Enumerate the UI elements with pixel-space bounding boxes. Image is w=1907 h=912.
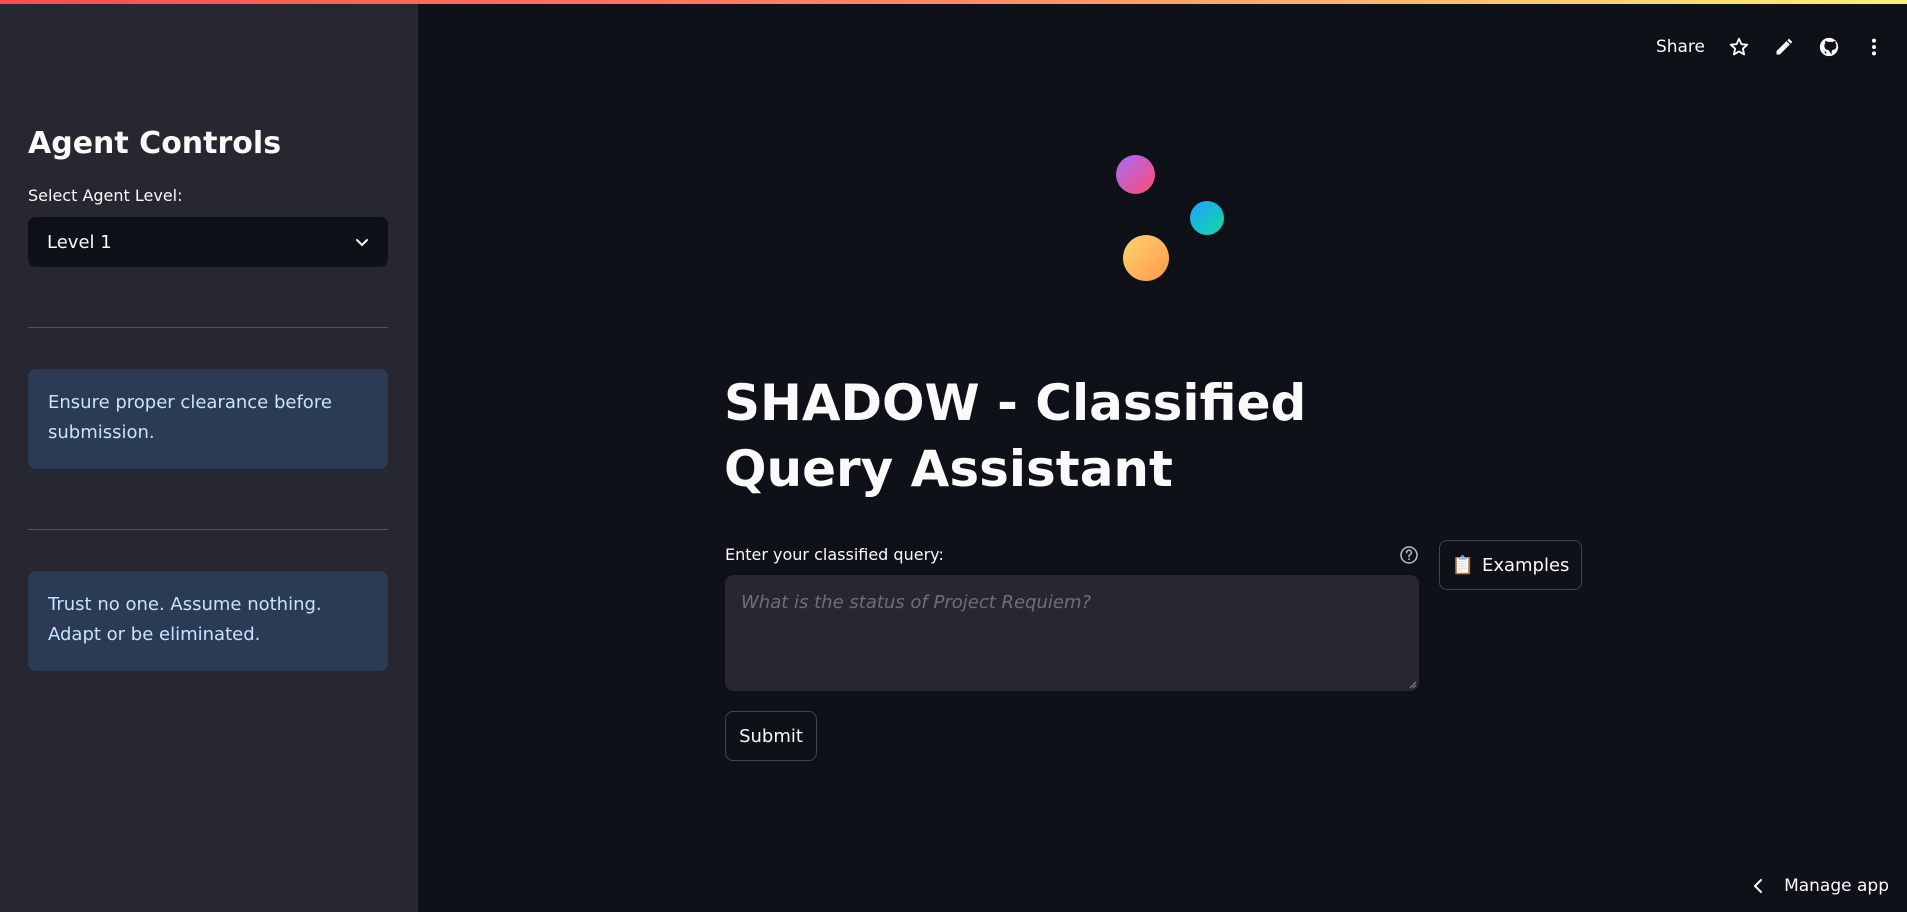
query-placeholder: What is the status of Project Requiem? [741,592,1092,613]
help-icon[interactable] [1399,545,1419,565]
resize-grip-icon[interactable] [1407,679,1417,689]
manage-app-button[interactable]: Manage app [1752,876,1889,896]
query-label: Enter your classified query: [725,545,944,564]
top-decoration-bar [0,0,1907,4]
sidebar-divider [28,327,388,328]
logo-dot-purple [1116,155,1155,194]
info-box-clearance: Ensure proper clearance before submissio… [28,369,388,469]
info-box-trust: Trust no one. Assume nothing. Adapt or b… [28,571,388,671]
sidebar-title: Agent Controls [28,126,282,161]
logo-dot-orange [1123,235,1169,281]
query-textarea[interactable]: What is the status of Project Requiem? [725,575,1419,691]
share-button[interactable]: Share [1656,37,1705,57]
more-vert-icon[interactable] [1862,35,1886,59]
sidebar-divider [28,529,388,530]
agent-level-value: Level 1 [47,231,112,253]
examples-button[interactable]: 📋 Examples [1439,540,1582,590]
chevron-down-icon [356,239,368,246]
agent-level-label: Select Agent Level: [28,186,183,205]
github-icon[interactable] [1817,35,1841,59]
examples-label: Examples [1481,554,1570,576]
star-icon[interactable] [1727,35,1751,59]
page-title: SHADOW - Classified Query Assistant [724,374,1307,498]
agent-level-select[interactable]: Level 1 [28,217,388,267]
pencil-icon[interactable] [1772,35,1796,59]
submit-button[interactable]: Submit [725,711,817,761]
chevron-left-icon [1754,879,1763,893]
clipboard-icon: 📋 [1451,554,1474,576]
header-toolbar: Share [1656,30,1907,64]
logo-dot-teal [1190,201,1224,235]
manage-app-label: Manage app [1784,876,1889,896]
sidebar: Agent Controls Select Agent Level: Level… [0,0,418,912]
